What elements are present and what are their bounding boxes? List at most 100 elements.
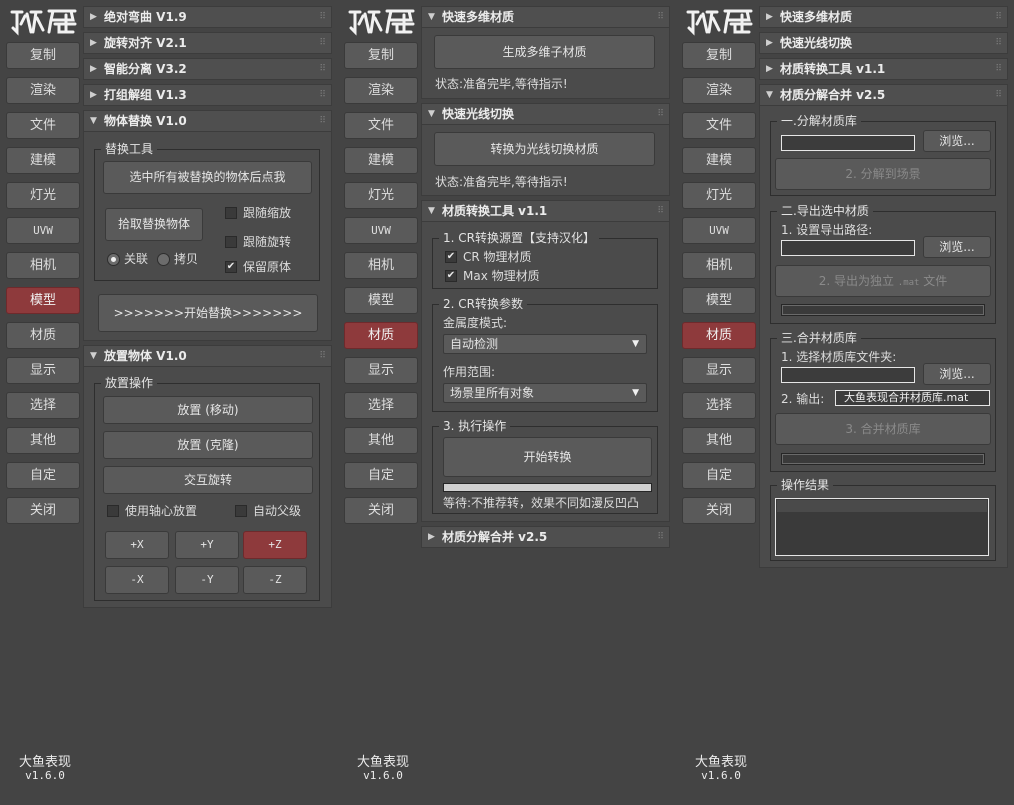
rollout-header-replace[interactable]: ▼ 物体替换 V1.0 ⠿: [83, 110, 332, 132]
sidebar-item-uvw[interactable]: UVW: [682, 217, 756, 244]
rollout-header-split-merge[interactable]: ▶ 材质分解合并 v2.5 ⠿: [421, 526, 670, 548]
cr-material-checkbox[interactable]: ✔ CR 物理材质: [445, 250, 532, 266]
sidebar-item-file[interactable]: 文件: [6, 112, 80, 139]
axis-plus-z-button[interactable]: +Z: [243, 531, 307, 559]
sidebar-item-camera[interactable]: 相机: [6, 252, 80, 279]
follow-scale-checkbox[interactable]: 跟随缩放: [225, 206, 291, 222]
rollout-header-light-switch[interactable]: ▼ 快速光线切换 ⠿: [421, 103, 670, 125]
sidebar-item-other[interactable]: 其他: [682, 427, 756, 454]
split-library-path-input[interactable]: [781, 135, 915, 151]
sidebar-item-modeling[interactable]: 建模: [344, 147, 418, 174]
result-list-row[interactable]: [777, 500, 987, 512]
auto-parent-checkbox[interactable]: 自动父级: [235, 504, 301, 520]
result-listbox[interactable]: [775, 498, 989, 556]
sidebar-item-copy[interactable]: 复制: [682, 42, 756, 69]
rollout-header-split-merge[interactable]: ▼ 材质分解合并 v2.5 ⠿: [759, 84, 1008, 106]
sidebar-item-material[interactable]: 材质: [6, 322, 80, 349]
sidebar-item-display[interactable]: 显示: [6, 357, 80, 384]
axis-plus-x-button[interactable]: +X: [105, 531, 169, 559]
sidebar-item-file[interactable]: 文件: [682, 112, 756, 139]
brand-version: v1.6.0: [363, 769, 403, 782]
sidebar-item-render[interactable]: 渲染: [344, 77, 418, 104]
sidebar-item-model[interactable]: 模型: [344, 287, 418, 314]
sidebar-item-custom[interactable]: 自定: [6, 462, 80, 489]
start-convert-button[interactable]: 开始转换: [443, 437, 652, 477]
collapse-triangle-icon: ▼: [428, 12, 435, 22]
brand-logo: [9, 6, 79, 36]
interactive-rotate-button[interactable]: 交互旋转: [103, 466, 313, 494]
max-material-checkbox[interactable]: ✔ Max 物理材质: [445, 269, 540, 285]
sidebar-item-select[interactable]: 选择: [682, 392, 756, 419]
merge-folder-input[interactable]: [781, 367, 915, 383]
sidebar-item-display[interactable]: 显示: [682, 357, 756, 384]
sidebar-item-camera[interactable]: 相机: [344, 252, 418, 279]
place-clone-button[interactable]: 放置 (克隆): [103, 431, 313, 459]
rollout-header-light-switch[interactable]: ▶ 快速光线切换 ⠿: [759, 32, 1008, 54]
rollout-header-detach[interactable]: ▶ 智能分离 V3.2 ⠿: [83, 58, 332, 80]
sidebar-item-model[interactable]: 模型: [682, 287, 756, 314]
split-to-scene-button[interactable]: 2. 分解到场景: [775, 158, 991, 190]
sidebar-item-material[interactable]: 材质: [344, 322, 418, 349]
sidebar-item-camera[interactable]: 相机: [682, 252, 756, 279]
sidebar-item-close[interactable]: 关闭: [344, 497, 418, 524]
rollout-header-multi-sub[interactable]: ▶ 快速多维材质 ⠿: [759, 6, 1008, 28]
export-browse-button[interactable]: 浏览...: [923, 236, 991, 258]
sidebar-item-uvw[interactable]: UVW: [6, 217, 80, 244]
sidebar-item-uvw[interactable]: UVW: [344, 217, 418, 244]
convert-light-switch-button[interactable]: 转换为光线切换材质: [434, 132, 655, 166]
merge-library-button[interactable]: 3. 合并材质库: [775, 413, 991, 445]
sidebar-item-close[interactable]: 关闭: [682, 497, 756, 524]
select-replaced-button[interactable]: 选中所有被替换的物体后点我: [103, 161, 312, 194]
export-path-input[interactable]: [781, 240, 915, 256]
rollout-header-group[interactable]: ▶ 打组解组 V1.3 ⠿: [83, 84, 332, 106]
sidebar-item-file[interactable]: 文件: [344, 112, 418, 139]
merge-output-input[interactable]: 大鱼表现合并材质库.mat: [835, 390, 990, 406]
sidebar-item-copy[interactable]: 复制: [344, 42, 418, 69]
radio-copy[interactable]: 拷贝: [157, 252, 198, 268]
sidebar-item-display[interactable]: 显示: [344, 357, 418, 384]
use-pivot-checkbox[interactable]: 使用轴心放置: [107, 504, 197, 520]
sidebar-item-modeling[interactable]: 建模: [682, 147, 756, 174]
rollout-header-multi-sub[interactable]: ▼ 快速多维材质 ⠿: [421, 6, 670, 28]
place-move-button[interactable]: 放置 (移动): [103, 396, 313, 424]
check-icon: ✔: [445, 251, 457, 263]
sidebar-item-custom[interactable]: 自定: [682, 462, 756, 489]
export-mat-button[interactable]: 2. 导出为独立 .mat 文件: [775, 265, 991, 297]
sidebar-item-other[interactable]: 其他: [6, 427, 80, 454]
axis-minus-z-button[interactable]: -Z: [243, 566, 307, 594]
rollout-header-align[interactable]: ▶ 旋转对齐 V2.1 ⠿: [83, 32, 332, 54]
axis-minus-y-button[interactable]: -Y: [175, 566, 239, 594]
follow-rotate-checkbox[interactable]: 跟随旋转: [225, 235, 291, 251]
rollout-header-bend[interactable]: ▶ 绝对弯曲 V1.9 ⠿: [83, 6, 332, 28]
keep-original-checkbox[interactable]: ✔ 保留原体: [225, 260, 291, 276]
sidebar-item-material[interactable]: 材质: [682, 322, 756, 349]
sidebar-item-render[interactable]: 渲染: [682, 77, 756, 104]
sidebar-item-light[interactable]: 灯光: [344, 182, 418, 209]
sidebar-item-modeling[interactable]: 建模: [6, 147, 80, 174]
rollout-header-place[interactable]: ▼ 放置物体 V1.0 ⠿: [83, 345, 332, 367]
generate-multi-sub-button[interactable]: 生成多维子材质: [434, 35, 655, 69]
pick-replacement-button[interactable]: 拾取替换物体: [105, 208, 203, 241]
sidebar-item-close[interactable]: 关闭: [6, 497, 80, 524]
rollout-header-convert[interactable]: ▶ 材质转换工具 v1.1 ⠿: [759, 58, 1008, 80]
sidebar-item-other[interactable]: 其他: [344, 427, 418, 454]
scope-dropdown[interactable]: 场景里所有对象 ▼: [443, 383, 647, 403]
checkbox-label: CR 物理材质: [463, 250, 532, 264]
sidebar-item-render[interactable]: 渲染: [6, 77, 80, 104]
sidebar-item-custom[interactable]: 自定: [344, 462, 418, 489]
sidebar-item-copy[interactable]: 复制: [6, 42, 80, 69]
split-browse-button[interactable]: 浏览...: [923, 130, 991, 152]
sidebar-item-select[interactable]: 选择: [344, 392, 418, 419]
sidebar-item-light[interactable]: 灯光: [6, 182, 80, 209]
rollout-header-convert[interactable]: ▼ 材质转换工具 v1.1 ⠿: [421, 200, 670, 222]
axis-minus-x-button[interactable]: -X: [105, 566, 169, 594]
rollout-title: 材质转换工具 v1.1: [780, 62, 886, 76]
sidebar-item-select[interactable]: 选择: [6, 392, 80, 419]
merge-browse-button[interactable]: 浏览...: [923, 363, 991, 385]
axis-plus-y-button[interactable]: +Y: [175, 531, 239, 559]
metal-mode-dropdown[interactable]: 自动检测 ▼: [443, 334, 647, 354]
radio-link[interactable]: 关联: [107, 252, 148, 268]
sidebar-item-light[interactable]: 灯光: [682, 182, 756, 209]
start-replace-button[interactable]: >>>>>>>开始替换>>>>>>>: [98, 294, 318, 332]
sidebar-item-model[interactable]: 模型: [6, 287, 80, 314]
